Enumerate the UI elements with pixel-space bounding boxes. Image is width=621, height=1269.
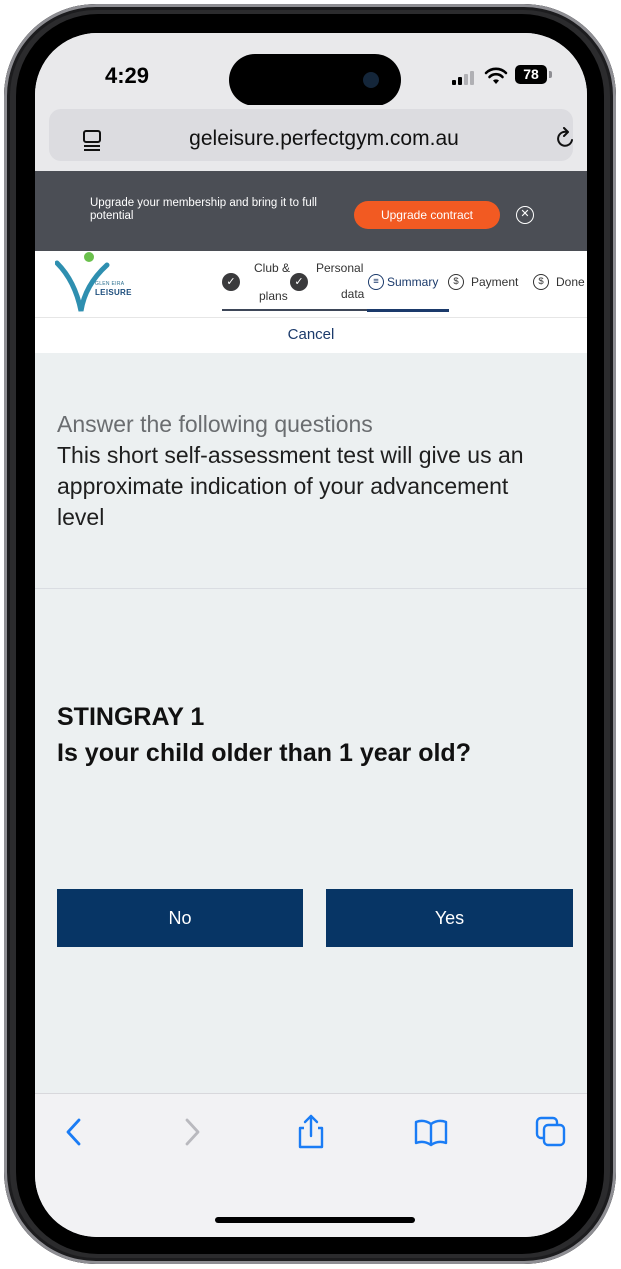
status-bar: 4:29 78 <box>35 33 587 106</box>
upgrade-banner: Upgrade your membership and bring it to … <box>35 171 587 251</box>
assessment-content: Answer the following questions This shor… <box>35 353 587 1093</box>
logo-line-2: LEISURE <box>95 288 132 297</box>
step-done-dollar-icon: $ <box>533 274 549 290</box>
step-personal-data-check-icon: ✓ <box>290 273 308 291</box>
glen-eira-leisure-logo[interactable]: GLEN EIRA LEISURE <box>55 251 135 313</box>
share-icon[interactable] <box>293 1114 329 1150</box>
upgrade-contract-button[interactable]: Upgrade contract <box>354 201 500 229</box>
reload-icon[interactable] <box>555 127 577 149</box>
step-payment-dollar-icon: $ <box>448 274 464 290</box>
screen: 4:29 78 geleisure.perfectgym.com.au Upgr… <box>35 33 587 1237</box>
bookmarks-icon[interactable] <box>413 1114 449 1150</box>
page-menu-icon[interactable] <box>81 129 103 151</box>
step-done-label: Done <box>556 275 585 289</box>
cancel-link[interactable]: Cancel <box>35 326 587 343</box>
step-club-plans-check-icon: ✓ <box>222 273 240 291</box>
cellular-signal-icon <box>452 71 476 85</box>
home-indicator[interactable] <box>215 1217 415 1223</box>
question-text: Is your child older than 1 year old? <box>57 739 471 767</box>
step-summary-label: Summary <box>387 275 439 289</box>
cancel-row: Cancel <box>35 317 587 353</box>
address-bar-area: geleisure.perfectgym.com.au <box>35 105 587 171</box>
assessment-description: This short self-assessment test will giv… <box>57 442 524 530</box>
logo-line-1: GLEN EIRA <box>95 281 125 287</box>
step-club-plans-line2: plans <box>259 289 288 303</box>
site-header: GLEN EIRA LEISURE ✓ Club & plans ✓ Perso… <box>35 251 587 353</box>
back-icon[interactable] <box>57 1114 93 1150</box>
step-club-plans-line1: Club & <box>254 261 291 275</box>
step-personal-data-line1: Personal <box>316 261 364 275</box>
step-payment-label: Payment <box>471 275 519 289</box>
step-summary-list-icon: ≡ <box>368 274 384 290</box>
address-bar[interactable]: geleisure.perfectgym.com.au <box>49 109 573 161</box>
battery-tip <box>549 71 552 78</box>
battery-indicator: 78 <box>515 65 547 84</box>
answer-no-button[interactable]: No <box>57 889 303 947</box>
answer-yes-button[interactable]: Yes <box>326 889 573 947</box>
question-group-label: STINGRAY 1 <box>57 703 205 731</box>
status-time: 4:29 <box>105 63 150 88</box>
step-personal-data-line2: data <box>341 287 365 301</box>
close-circle-icon[interactable]: ✕ <box>516 206 534 224</box>
url-text[interactable]: geleisure.perfectgym.com.au <box>119 127 529 151</box>
banner-text: Upgrade your membership and bring it to … <box>90 197 317 222</box>
assessment-title: Answer the following questions <box>57 411 373 437</box>
browser-toolbar <box>35 1093 587 1237</box>
wifi-icon <box>484 67 508 84</box>
camera-icon <box>363 72 379 88</box>
question-block: STINGRAY 1 Is your child older than 1 ye… <box>57 699 567 771</box>
dynamic-island <box>229 54 401 106</box>
forward-icon[interactable] <box>173 1114 209 1150</box>
section-divider <box>35 588 587 589</box>
tabs-icon[interactable] <box>533 1114 569 1150</box>
step-progress-active <box>367 309 449 312</box>
assessment-intro: Answer the following questions This shor… <box>57 409 557 533</box>
